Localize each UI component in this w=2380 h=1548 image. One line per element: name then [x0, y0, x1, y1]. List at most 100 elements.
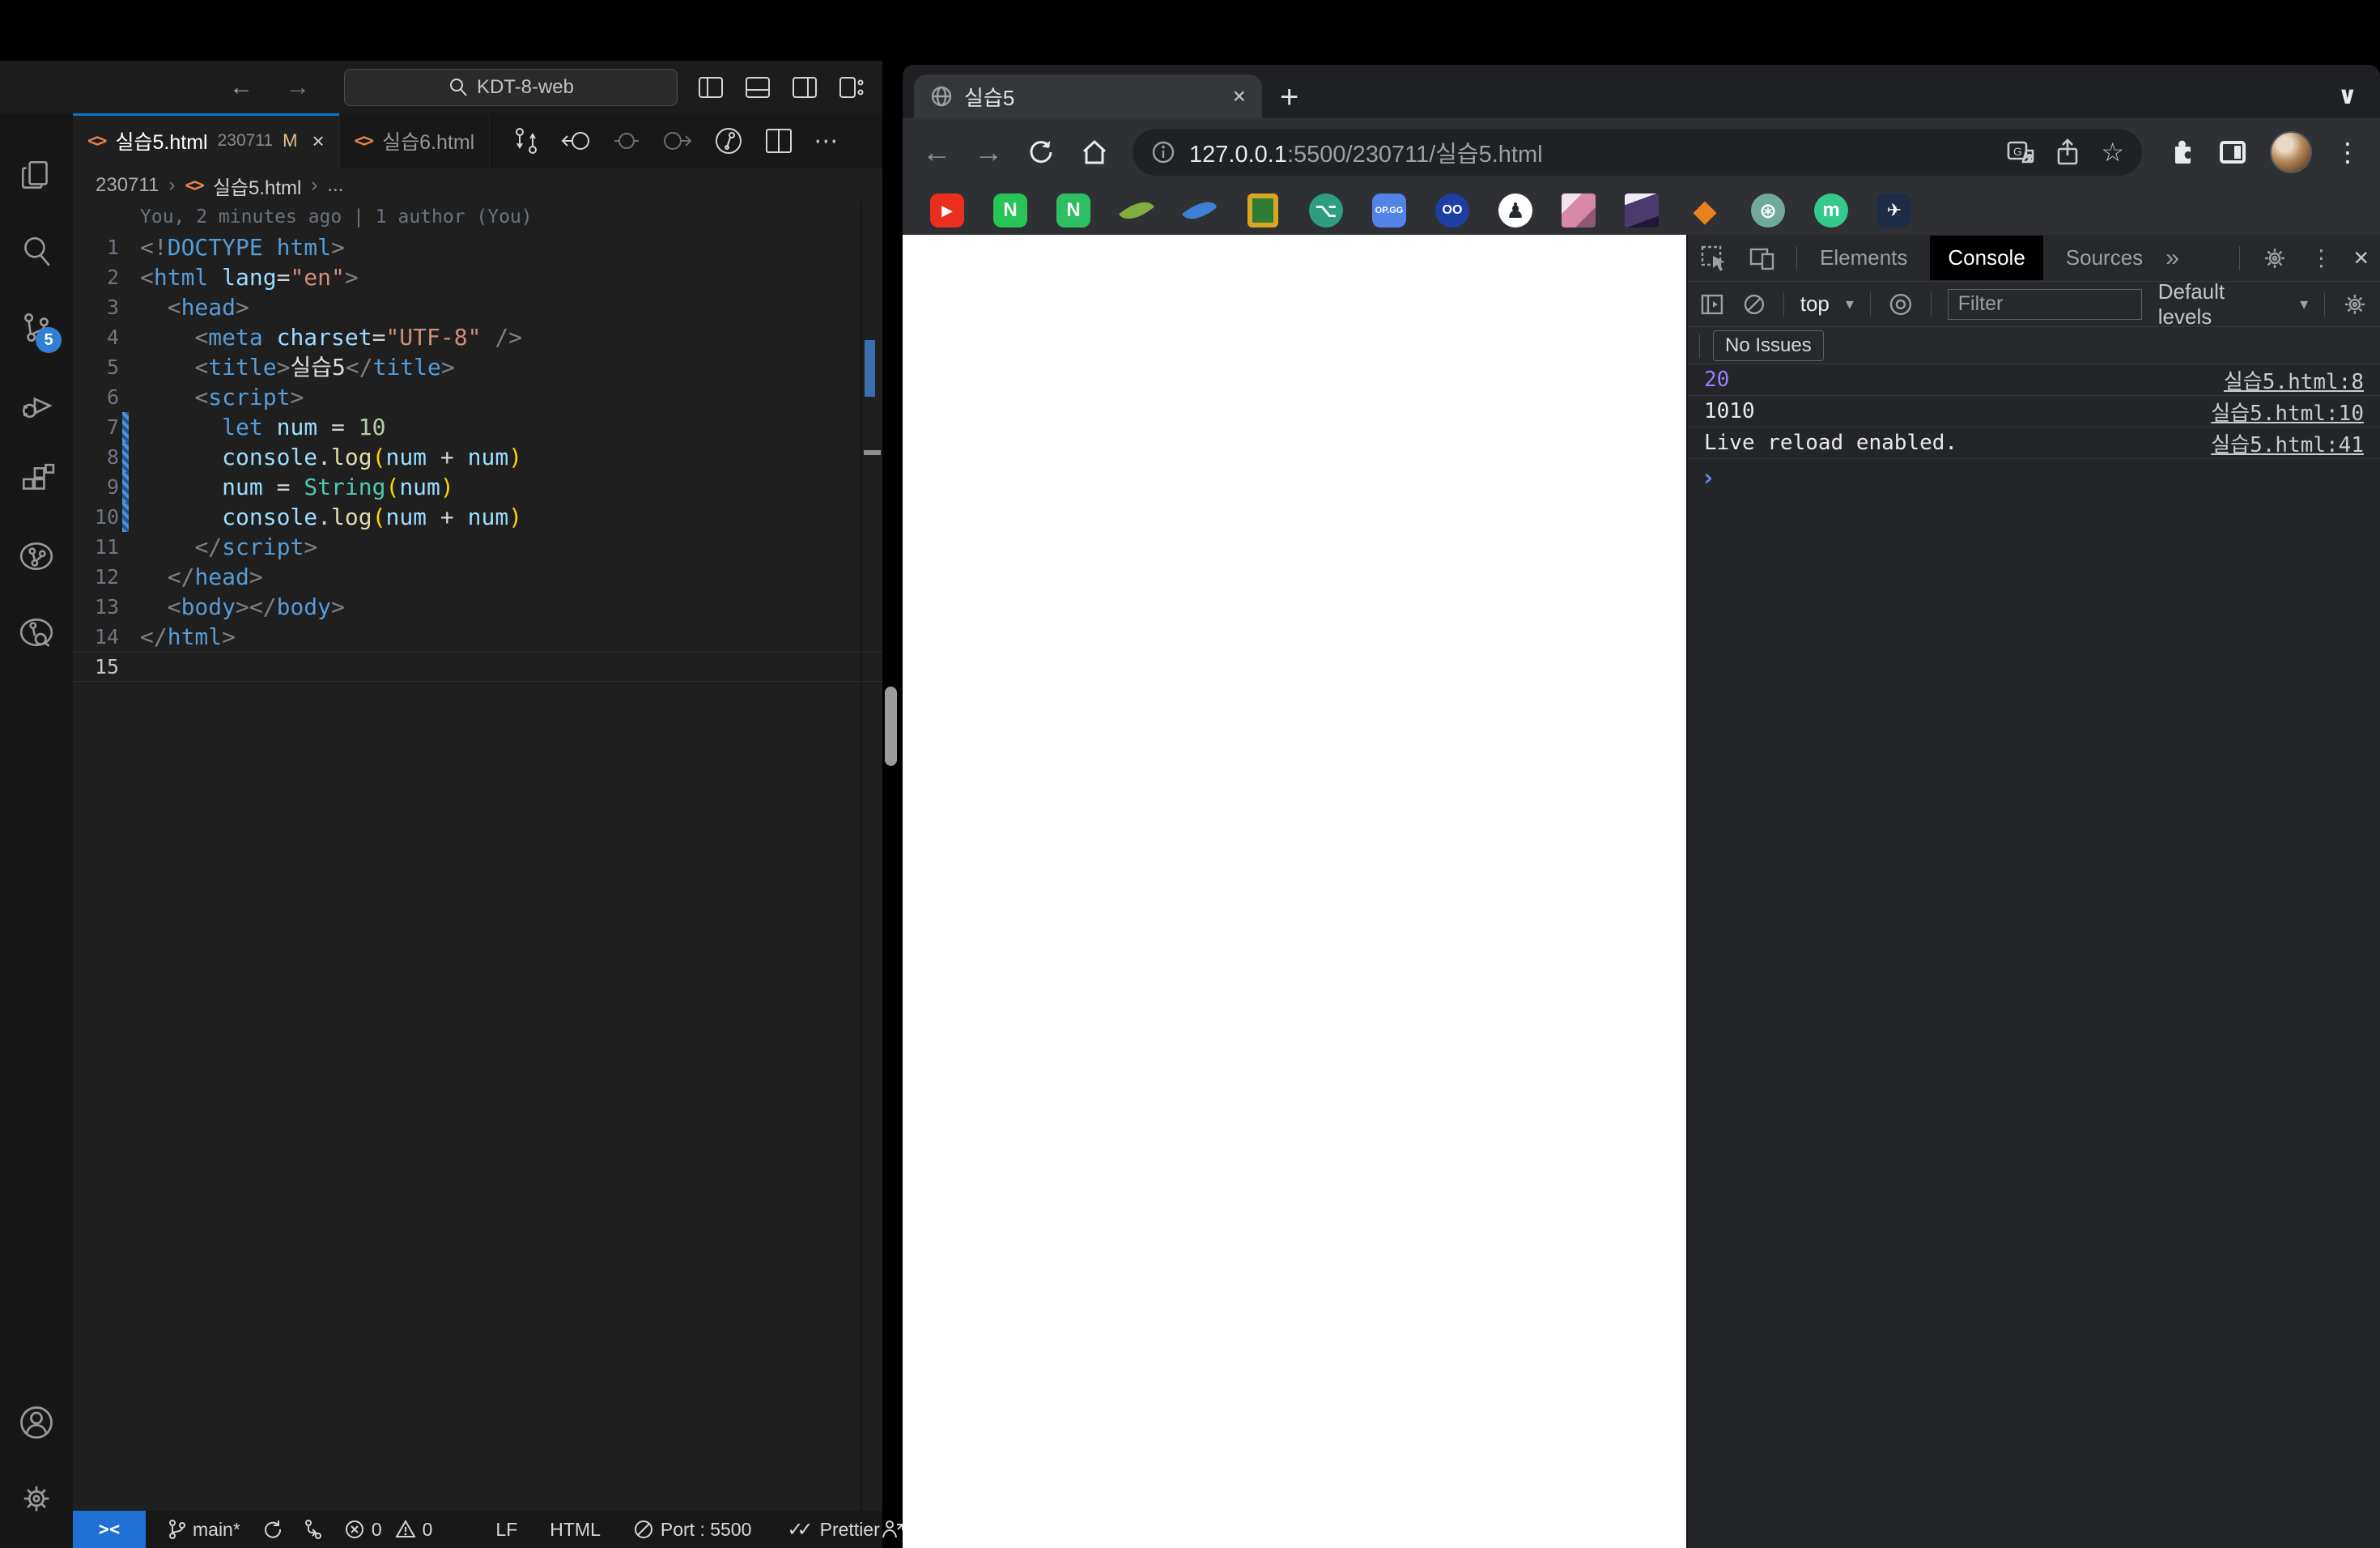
bookmark-photo-pink[interactable] [1562, 194, 1596, 228]
history-back-icon[interactable]: ← [229, 74, 253, 101]
source-location-link[interactable]: 실습5.html:10 [2211, 397, 2364, 427]
home-icon[interactable] [1079, 137, 1110, 168]
live-server-port-item[interactable]: Port : 5500 [633, 1519, 751, 1541]
compare-changes-icon[interactable] [512, 125, 540, 156]
bookmark-star-icon[interactable]: ☆ [2101, 137, 2124, 168]
code-line-11[interactable]: 11 </script> [73, 532, 882, 562]
history-forward-icon[interactable]: → [286, 74, 310, 101]
problems-item[interactable]: 0 0 [344, 1519, 432, 1541]
code-line-6[interactable]: 6 <script> [73, 382, 882, 412]
url-text[interactable]: 127.0.0.1:5500/230711/실습5.html [1189, 135, 1543, 169]
breadcrumb-folder[interactable]: 230711 [96, 174, 159, 197]
devtools-menu-icon[interactable]: ⋮ [2310, 245, 2332, 271]
code-line-2[interactable]: 2 <html lang="en"> [73, 262, 882, 292]
tab-console[interactable]: Console [1930, 236, 2043, 280]
overview-ruler[interactable] [861, 202, 882, 1511]
sync-item[interactable] [261, 1519, 283, 1540]
tab-search-chevron-icon[interactable]: ∨ [2338, 82, 2357, 110]
code-editor[interactable]: You, 2 minutes ago | 1 author (You) 1 <!D… [73, 202, 882, 1511]
source-location-link[interactable]: 실습5.html:8 [2224, 365, 2364, 395]
bookmark-youtube[interactable]: ▶ [930, 194, 964, 228]
overlay-scrollbar-thumb[interactable] [885, 687, 897, 766]
bookmark-leaf[interactable] [1119, 194, 1154, 228]
bookmark-bird[interactable]: ✈ [1877, 194, 1911, 228]
bookmark-spiral[interactable]: ⊛ [1751, 194, 1785, 228]
git-graph-item[interactable] [304, 1518, 323, 1541]
git-blame-annotation[interactable]: You, 2 minutes ago | 1 author (You) [73, 202, 882, 232]
explorer-icon[interactable] [0, 138, 73, 214]
console-settings-icon[interactable] [2341, 291, 2369, 318]
eol-item[interactable]: LF [495, 1519, 517, 1541]
site-info-icon[interactable] [1150, 139, 1176, 165]
code-line-10[interactable]: 10 console.log(num + num) [73, 502, 882, 532]
remote-indicator[interactable]: >< [73, 1511, 146, 1548]
code-line-5[interactable]: 5 <title>실습5</title> [73, 352, 882, 382]
tab-silseup5[interactable]: <> 실습5.html 230711 M × [73, 113, 340, 168]
breadcrumb-more[interactable]: ... [327, 174, 343, 197]
nav-back-editor-icon[interactable] [561, 127, 593, 155]
clear-console-icon[interactable] [1741, 291, 1767, 317]
customize-layout-icon[interactable] [839, 76, 865, 99]
tab-close-icon[interactable]: × [312, 129, 324, 154]
split-editor-icon[interactable] [765, 128, 793, 154]
feedback-item[interactable] [880, 1518, 904, 1541]
profile-avatar[interactable] [2270, 131, 2312, 173]
gitlens-icon[interactable] [0, 594, 73, 670]
toggle-secondary-sidebar-icon[interactable] [792, 76, 818, 99]
bookmark-naver-1[interactable]: N [993, 194, 1027, 228]
bookmark-orange-gem[interactable]: ◆ [1688, 194, 1722, 228]
reload-icon[interactable] [1026, 137, 1056, 168]
toggle-sidebar-icon[interactable] [698, 76, 724, 99]
code-line-12[interactable]: 12 </head> [73, 562, 882, 592]
code-line-15[interactable]: 15 [73, 652, 882, 682]
devtools-settings-icon[interactable] [2261, 245, 2289, 272]
code-line-14[interactable]: 14 </html> [73, 622, 882, 652]
settings-gear-icon[interactable] [0, 1461, 73, 1537]
account-icon[interactable] [0, 1384, 73, 1461]
context-selector[interactable]: top [1800, 291, 1830, 317]
browser-back-icon[interactable]: ← [922, 138, 951, 167]
tab-silseup6[interactable]: <> 실습6.html [339, 113, 491, 168]
code-line-1[interactable]: 1 <!DOCTYPE html> [73, 232, 882, 262]
bookmark-branch-circle[interactable]: ⌥ [1309, 194, 1343, 228]
live-server-icon[interactable] [713, 125, 744, 156]
code-line-7[interactable]: 7 let num = 10 [73, 412, 882, 442]
code-line-8[interactable]: 8 console.log(num + num) [73, 442, 882, 472]
chrome-menu-icon[interactable]: ⋮ [2335, 137, 2361, 168]
console-sidebar-icon[interactable] [1699, 291, 1725, 317]
bookmark-gold-frame[interactable] [1246, 194, 1280, 228]
breadcrumb-file[interactable]: 실습5.html [213, 172, 302, 200]
live-expression-eye-icon[interactable] [1887, 292, 1915, 317]
code-line-13[interactable]: 13 <body></body> [73, 592, 882, 622]
no-issues-button[interactable]: No Issues [1713, 330, 1824, 361]
more-tabs-icon[interactable]: » [2165, 245, 2179, 272]
bookmark-feather[interactable] [1182, 194, 1218, 228]
translate-icon[interactable]: G [2007, 139, 2034, 165]
bookmark-binoculars[interactable]: OO [1435, 194, 1469, 228]
code-line-9[interactable]: 9 num = String(num) [73, 472, 882, 502]
extensions-puzzle-icon[interactable] [2165, 137, 2195, 168]
browser-forward-icon[interactable]: → [974, 138, 1003, 167]
code-line-3[interactable]: 3 <head> [73, 292, 882, 322]
console-message[interactable]: 1010 실습5.html:10 [1688, 396, 2380, 427]
console-prompt[interactable]: › [1688, 459, 2380, 496]
search-sidebar-icon[interactable] [0, 214, 73, 290]
console-filter-input[interactable] [1947, 288, 2142, 320]
run-debug-icon[interactable] [0, 366, 73, 442]
extensions-icon[interactable] [0, 442, 73, 518]
tab-close-icon[interactable]: × [1233, 83, 1246, 109]
device-toolbar-icon[interactable] [1748, 245, 1777, 272]
bookmark-photo-purple[interactable] [1625, 194, 1659, 228]
breadcrumb[interactable]: 230711 › <> 실습5.html › ... [73, 168, 882, 202]
address-bar[interactable]: 127.0.0.1:5500/230711/실습5.html G ☆ [1133, 129, 2142, 176]
share-icon[interactable] [2054, 138, 2081, 167]
console-message[interactable]: Live reload enabled. 실습5.html:41 [1688, 427, 2380, 459]
bookmark-naver-2[interactable]: N [1056, 194, 1090, 228]
source-control-icon[interactable]: 5 [0, 290, 73, 366]
devtools-close-icon[interactable]: × [2353, 243, 2369, 273]
inspect-element-icon[interactable] [1699, 244, 1728, 273]
browser-tab[interactable]: 실습5 × [914, 74, 1262, 118]
git-branch-item[interactable]: main* [167, 1518, 240, 1541]
side-panel-icon[interactable] [2218, 138, 2247, 167]
tab-sources[interactable]: Sources [2063, 237, 2146, 279]
